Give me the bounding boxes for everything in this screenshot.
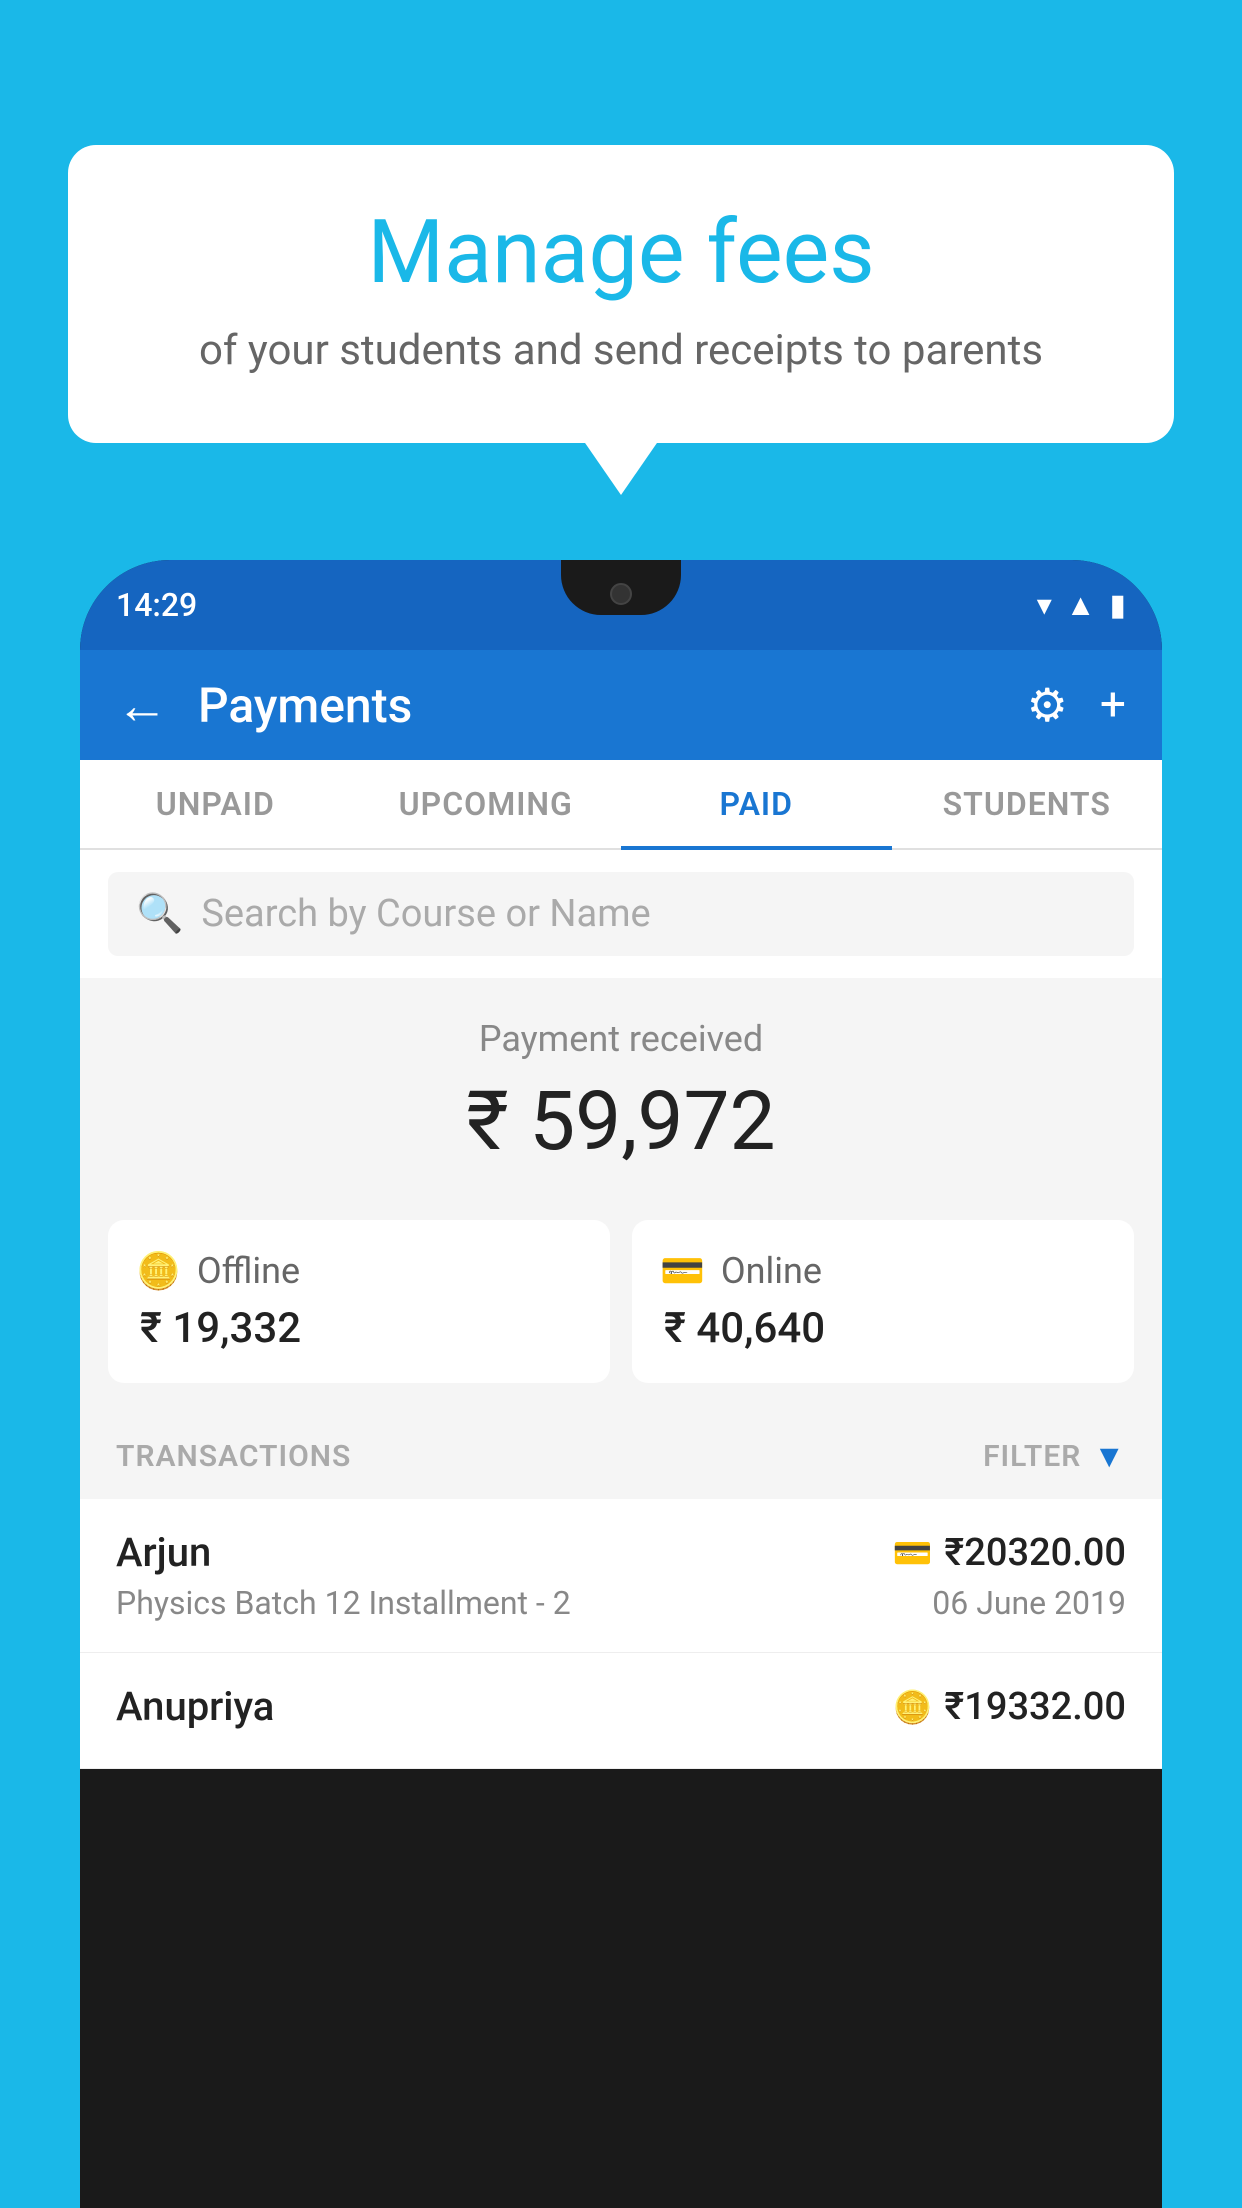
payment-summary: Payment received ₹ 59,972 <box>80 978 1162 1200</box>
status-time: 14:29 <box>116 586 197 624</box>
app-header: ← Payments ⚙ + <box>80 650 1162 760</box>
table-row[interactable]: Anupriya 🪙 ₹19332.00 <box>80 1653 1162 1769</box>
transactions-header: TRANSACTIONS FILTER ▼ <box>80 1413 1162 1499</box>
course-info: Physics Batch 12 Installment - 2 <box>116 1584 571 1622</box>
filter-icon: ▼ <box>1093 1437 1126 1475</box>
add-icon[interactable]: + <box>1100 678 1126 732</box>
online-method-icon: 💳 <box>893 1534 933 1572</box>
tab-students[interactable]: STUDENTS <box>892 760 1163 848</box>
online-amount: ₹ 40,640 <box>660 1304 1106 1353</box>
filter-button[interactable]: FILTER ▼ <box>983 1437 1126 1475</box>
speech-bubble: Manage fees of your students and send re… <box>68 145 1174 443</box>
camera <box>610 583 632 605</box>
online-card-header: 💳 Online <box>660 1250 1106 1292</box>
search-box[interactable]: 🔍 Search by Course or Name <box>108 872 1134 956</box>
battery-icon: ▮ <box>1109 588 1126 623</box>
phone-notch <box>561 560 681 615</box>
filter-label: FILTER <box>983 1439 1081 1474</box>
tab-upcoming[interactable]: UPCOMING <box>351 760 622 848</box>
search-container: 🔍 Search by Course or Name <box>80 850 1162 978</box>
payment-received-label: Payment received <box>80 1018 1162 1060</box>
transactions-label: TRANSACTIONS <box>116 1439 351 1474</box>
offline-card: 🪙 Offline ₹ 19,332 <box>108 1220 610 1383</box>
student-name: Anupriya <box>116 1683 274 1730</box>
page-title: Payments <box>198 677 1027 734</box>
status-bar: 14:29 ▾ ▲ ▮ <box>80 560 1162 650</box>
online-label: Online <box>721 1250 822 1292</box>
header-icons: ⚙ + <box>1027 678 1126 733</box>
offline-method-icon: 🪙 <box>893 1688 933 1726</box>
transaction-bottom-row: Physics Batch 12 Installment - 2 06 June… <box>116 1584 1126 1622</box>
wifi-icon: ▾ <box>1037 588 1052 623</box>
search-placeholder: Search by Course or Name <box>201 892 650 936</box>
transaction-amount: ₹20320.00 <box>944 1531 1126 1575</box>
offline-payment-icon: 🪙 <box>136 1250 181 1292</box>
student-name: Arjun <box>116 1529 211 1576</box>
signal-icon: ▲ <box>1066 588 1096 623</box>
offline-label: Offline <box>197 1250 300 1292</box>
speech-bubble-container: Manage fees of your students and send re… <box>68 145 1174 443</box>
bubble-title: Manage fees <box>118 205 1124 302</box>
settings-icon[interactable]: ⚙ <box>1027 678 1068 733</box>
phone-screen: 14:29 ▾ ▲ ▮ ← Payments ⚙ + UNPAID <box>80 560 1162 1769</box>
table-row[interactable]: Arjun 💳 ₹20320.00 Physics Batch 12 Insta… <box>80 1499 1162 1653</box>
tabs-bar: UNPAID UPCOMING PAID STUDENTS <box>80 760 1162 850</box>
tab-paid[interactable]: PAID <box>621 760 892 848</box>
search-icon: 🔍 <box>136 892 183 936</box>
online-card: 💳 Online ₹ 40,640 <box>632 1220 1134 1383</box>
status-icons: ▾ ▲ ▮ <box>1037 588 1126 623</box>
transaction-date: 06 June 2019 <box>932 1584 1126 1622</box>
phone-frame: 14:29 ▾ ▲ ▮ ← Payments ⚙ + UNPAID <box>80 560 1162 2208</box>
tab-unpaid[interactable]: UNPAID <box>80 760 351 848</box>
transaction-top-row: Anupriya 🪙 ₹19332.00 <box>116 1683 1126 1730</box>
amount-section: 💳 ₹20320.00 <box>893 1531 1126 1575</box>
offline-card-header: 🪙 Offline <box>136 1250 582 1292</box>
bubble-subtitle: of your students and send receipts to pa… <box>118 324 1124 379</box>
payment-total-amount: ₹ 59,972 <box>80 1074 1162 1170</box>
offline-amount: ₹ 19,332 <box>136 1304 582 1353</box>
transaction-top-row: Arjun 💳 ₹20320.00 <box>116 1529 1126 1576</box>
online-payment-icon: 💳 <box>660 1250 705 1292</box>
back-button[interactable]: ← <box>116 675 168 736</box>
app-body: 🔍 Search by Course or Name Payment recei… <box>80 850 1162 1769</box>
amount-section: 🪙 ₹19332.00 <box>893 1685 1126 1729</box>
payment-cards: 🪙 Offline ₹ 19,332 💳 Online ₹ 40,640 <box>80 1200 1162 1413</box>
transaction-amount: ₹19332.00 <box>944 1685 1126 1729</box>
